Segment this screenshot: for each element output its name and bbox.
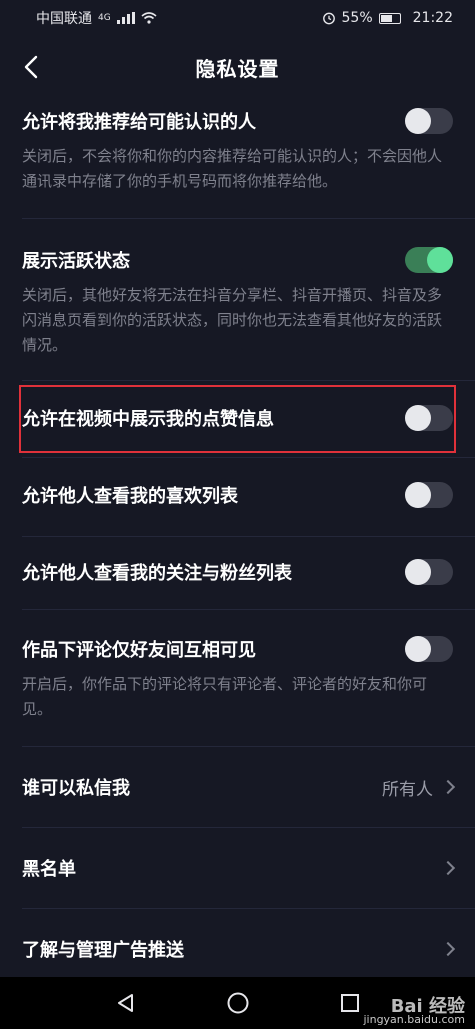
home-circle-icon[interactable] <box>226 991 250 1015</box>
who-can-message-value: 所有人 <box>382 779 433 800</box>
setting-title: 展示活跃状态 <box>22 251 130 272</box>
wifi-icon <box>141 12 157 24</box>
setting-row: 了解与管理广告推送 <box>22 936 456 962</box>
toggle-knob <box>405 559 431 585</box>
watermark: Bai 经验 jingyan.baidu.com <box>363 996 465 1027</box>
header: 隐私设置 <box>0 36 475 98</box>
setting-show-follow-list: 允许他人查看我的关注与粉丝列表 <box>0 537 475 609</box>
setting-description: 关闭后，其他好友将无法在抖音分享栏、抖音开播页、抖音及多闪消息页看到你的活跃状态… <box>22 286 443 354</box>
recents-square-icon[interactable] <box>340 993 360 1013</box>
network-label: 4G <box>98 13 111 23</box>
back-triangle-icon[interactable] <box>115 992 137 1014</box>
status-left: 中国联通 4G <box>36 8 157 28</box>
toggle-knob <box>405 108 431 134</box>
toggle-knob <box>405 405 431 431</box>
alarm-icon <box>322 12 335 25</box>
show-likes-toggle[interactable] <box>405 405 453 431</box>
setting-title: 了解与管理广告推送 <box>22 940 184 961</box>
setting-description: 关闭后，不会将你和你的内容推荐给可能认识的人；不会因他人通讯录中存储了你的手机号… <box>22 147 443 190</box>
follow-list-toggle[interactable] <box>405 559 453 585</box>
chevron-right-icon <box>440 779 456 795</box>
setting-friends-only-comments: 作品下评论仅好友间互相可见 开启后，你作品下的评论将只有评论者、评论者的好友和你… <box>0 610 475 722</box>
setting-row: 展示活跃状态 <box>22 247 453 273</box>
system-nav-bar: Bai 经验 jingyan.baidu.com <box>0 977 475 1029</box>
active-status-toggle[interactable] <box>405 247 453 273</box>
setting-row: 谁可以私信我 所有人 <box>22 774 456 800</box>
status-bar: 中国联通 4G 55% 21:22 <box>0 0 475 36</box>
chevron-right-icon <box>440 941 456 957</box>
setting-row: 黑名单 <box>22 855 456 881</box>
signal-icon <box>116 12 135 24</box>
setting-row: 允许他人查看我的关注与粉丝列表 <box>22 559 453 585</box>
battery-percent: 55% <box>341 10 373 26</box>
setting-row: 允许他人查看我的喜欢列表 <box>22 482 453 508</box>
chevron-right-icon <box>440 860 456 876</box>
setting-description: 开启后，你作品下的评论将只有评论者、评论者的好友和你可见。 <box>22 675 428 718</box>
setting-show-likes-in-video: 允许在视频中展示我的点赞信息 <box>0 381 475 457</box>
toggle-knob <box>405 482 431 508</box>
toggle-knob <box>427 247 453 273</box>
nav-item-blacklist[interactable]: 黑名单 <box>0 828 475 908</box>
setting-title: 允许他人查看我的关注与粉丝列表 <box>22 563 292 584</box>
clock: 21:22 <box>412 10 453 26</box>
setting-title: 谁可以私信我 <box>22 778 130 799</box>
setting-title: 黑名单 <box>22 859 76 880</box>
friends-only-comments-toggle[interactable] <box>405 636 453 662</box>
setting-title: 允许在视频中展示我的点赞信息 <box>22 409 274 430</box>
settings-list: 允许将我推荐给可能认识的人 关闭后，不会将你和你的内容推荐给可能认识的人；不会因… <box>0 98 475 989</box>
page-title: 隐私设置 <box>195 56 280 81</box>
setting-show-liked-list: 允许他人查看我的喜欢列表 <box>0 458 475 536</box>
nav-value: 所有人 <box>382 775 456 800</box>
setting-row: 允许将我推荐给可能认识的人 <box>22 108 453 134</box>
setting-row: 作品下评论仅好友间互相可见 <box>22 636 453 662</box>
watermark-brand: Bai 经验 <box>390 996 465 1017</box>
setting-recommend-to-contacts: 允许将我推荐给可能认识的人 关闭后，不会将你和你的内容推荐给可能认识的人；不会因… <box>0 98 475 194</box>
carrier-label: 中国联通 <box>36 11 92 27</box>
setting-title: 允许他人查看我的喜欢列表 <box>22 486 238 507</box>
recommend-toggle[interactable] <box>405 108 453 134</box>
toggle-knob <box>405 636 431 662</box>
liked-list-toggle[interactable] <box>405 482 453 508</box>
setting-title: 允许将我推荐给可能认识的人 <box>22 112 256 133</box>
setting-row: 允许在视频中展示我的点赞信息 <box>22 405 453 431</box>
chevron-left-icon <box>24 55 38 79</box>
setting-title: 作品下评论仅好友间互相可见 <box>22 640 256 661</box>
back-button[interactable] <box>14 50 48 84</box>
watermark-url: jingyan.baidu.com <box>363 1013 465 1026</box>
status-right: 55% 21:22 <box>322 10 453 26</box>
battery-icon <box>378 12 401 24</box>
setting-active-status: 展示活跃状态 关闭后，其他好友将无法在抖音分享栏、抖音开播页、抖音及多闪消息页看… <box>0 219 475 358</box>
nav-item-who-can-message[interactable]: 谁可以私信我 所有人 <box>0 747 475 827</box>
